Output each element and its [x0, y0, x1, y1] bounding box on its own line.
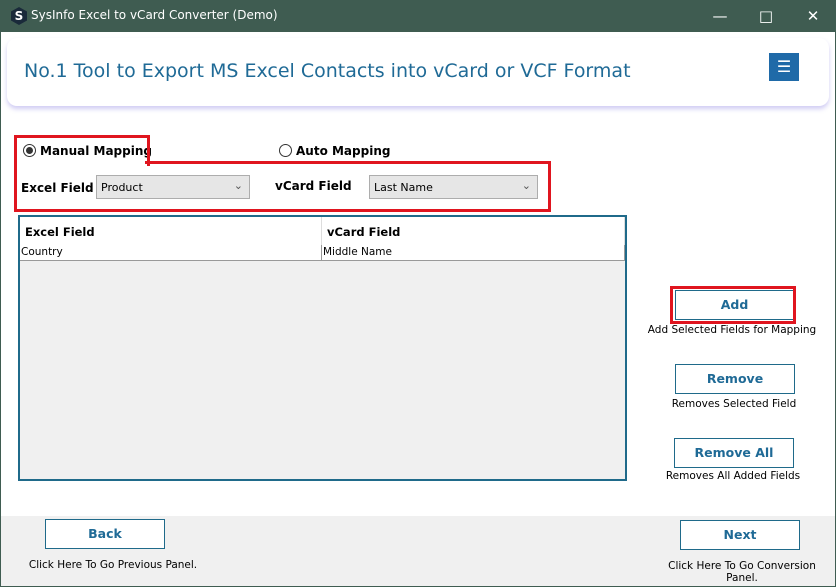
- table-cell[interactable]: Country: [20, 245, 322, 261]
- column-header-excel-field[interactable]: Excel Field: [20, 217, 322, 245]
- highlight-field-selection: [14, 161, 551, 212]
- auto-mapping-label: Auto Mapping: [296, 144, 391, 158]
- radio-unselected-icon: [279, 144, 292, 157]
- app-logo-icon: S: [11, 7, 27, 25]
- close-button[interactable]: ✕: [790, 0, 836, 32]
- menu-icon[interactable]: ☰: [769, 53, 799, 81]
- back-caption: Click Here To Go Previous Panel.: [28, 559, 198, 571]
- banner-heading: No.1 Tool to Export MS Excel Contacts in…: [24, 60, 631, 82]
- highlight-add: [670, 286, 796, 324]
- auto-mapping-radio[interactable]: Auto Mapping: [279, 144, 390, 158]
- table-cell[interactable]: Middle Name: [322, 245, 625, 261]
- remove-caption: Removes Selected Field: [671, 398, 797, 410]
- add-caption: Add Selected Fields for Mapping: [647, 324, 817, 336]
- next-button[interactable]: Next: [680, 520, 800, 550]
- highlight-gap: [17, 161, 145, 164]
- back-button[interactable]: Back: [45, 519, 165, 549]
- minimize-button[interactable]: —: [697, 0, 743, 32]
- remove-button[interactable]: Remove: [675, 364, 795, 394]
- remove-all-caption: Removes All Added Fields: [665, 470, 801, 482]
- footer: Back Click Here To Go Previous Panel. Ne…: [1, 516, 835, 586]
- window-title: SysInfo Excel to vCard Converter (Demo): [31, 8, 278, 22]
- mapping-grid[interactable]: Excel Field vCard Field Country Middle N…: [18, 215, 627, 481]
- maximize-button[interactable]: □: [743, 0, 789, 32]
- next-caption: Click Here To Go Conversion Panel.: [668, 560, 816, 584]
- banner: No.1 Tool to Export MS Excel Contacts in…: [7, 38, 829, 106]
- column-header-vcard-field[interactable]: vCard Field: [322, 217, 625, 245]
- remove-all-button[interactable]: Remove All: [674, 438, 794, 468]
- title-bar: S SysInfo Excel to vCard Converter (Demo…: [0, 0, 836, 32]
